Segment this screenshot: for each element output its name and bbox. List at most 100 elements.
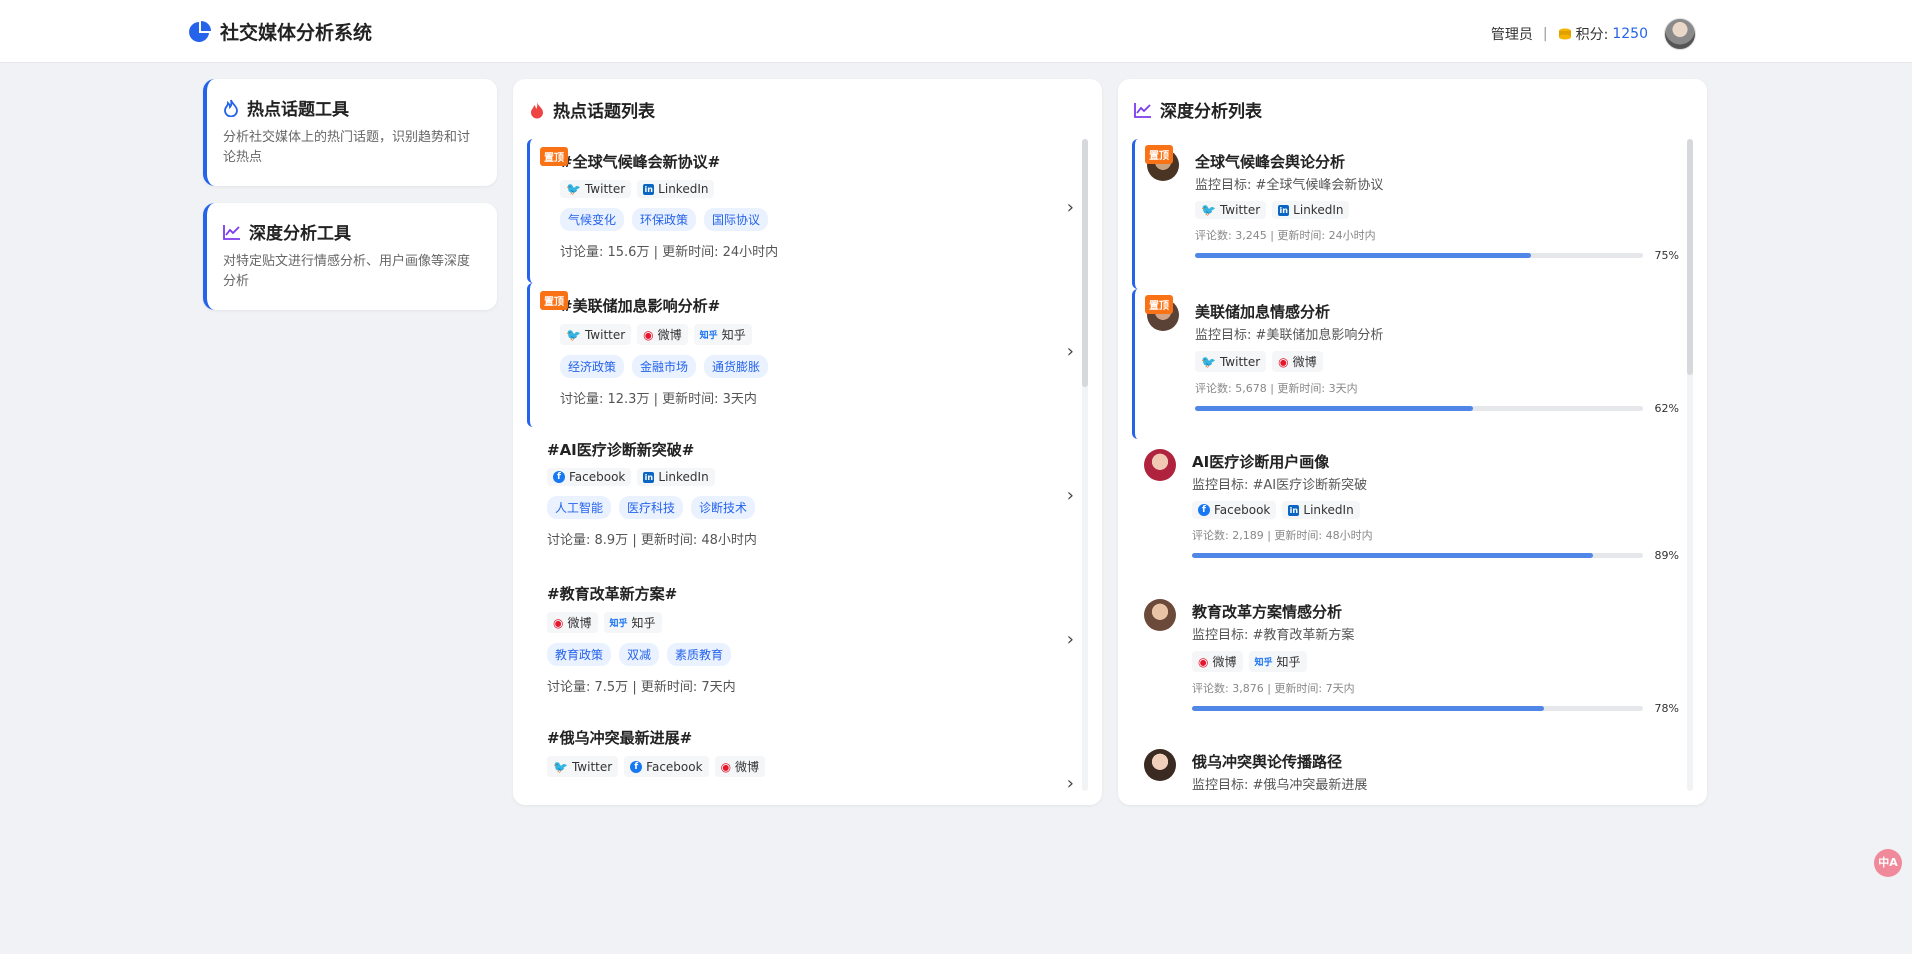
tag[interactable]: 医疗科技 <box>619 496 684 519</box>
panel-header: 热点话题列表 <box>529 97 655 122</box>
tag[interactable]: 经济政策 <box>560 355 625 378</box>
analysis-meta: 评论数: 3,245 | 更新时间: 24小时内 <box>1195 229 1376 242</box>
chevron-right-icon[interactable]: › <box>1067 197 1074 218</box>
tag[interactable]: 素质教育 <box>667 643 732 666</box>
topic-meta: 讨论量: 15.6万 | 更新时间: 24小时内 <box>560 245 779 260</box>
topic-title: #AI医疗诊断新突破# <box>547 441 695 459</box>
progress-bar <box>1195 406 1643 411</box>
platform-label: 微博 <box>735 760 760 774</box>
analysis-list[interactable]: 置顶 全球气候峰会舆论分析 监控目标: #全球气候峰会新协议 🐦 Twitter … <box>1132 139 1693 791</box>
brand[interactable]: 社交媒体分析系统 <box>188 18 372 45</box>
topic-title: #美联储加息影响分析# <box>560 297 721 315</box>
hot-topics-panel: 热点话题列表 置顶 #全球气候峰会新协议# 🐦 Twitter in LinkedI… <box>513 79 1102 805</box>
platform-label: 微博 <box>657 328 682 342</box>
weibo-icon: ◉ <box>643 327 654 342</box>
scrollbar-thumb[interactable] <box>1082 139 1088 387</box>
top-header: 社交媒体分析系统 管理员 | 积分: 1250 <box>0 0 1912 63</box>
progress-bar <box>1192 553 1643 558</box>
progress-bar <box>1195 253 1643 258</box>
tool-card-title: 热点话题工具 <box>247 100 349 120</box>
analysis-target: 监控目标: #教育改革新方案 <box>1192 628 1355 643</box>
topic-meta: 讨论量: 8.9万 | 更新时间: 48小时内 <box>547 533 757 548</box>
topic-item[interactable]: 置顶 #全球气候峰会新协议# 🐦 Twitter in LinkedIn 气候变化 … <box>527 139 1074 283</box>
topic-item[interactable]: #俄乌冲突最新进展# 🐦 Twitter f Facebook ◉ 微博 › <box>527 715 1074 791</box>
progress-row: 62% <box>1195 402 1679 415</box>
pin-badge: 置顶 <box>1145 295 1173 314</box>
chevron-right-icon[interactable]: › <box>1067 341 1074 362</box>
tag[interactable]: 诊断技术 <box>691 496 756 519</box>
progress-bar <box>1192 706 1643 711</box>
platform-list: ◉ 微博 知乎 知乎 <box>1192 651 1679 672</box>
tag[interactable]: 国际协议 <box>704 208 769 231</box>
topic-item[interactable]: #教育改革新方案# ◉ 微博 知乎 知乎 教育政策 双减 素质教育 讨论量: 7.5… <box>527 571 1074 715</box>
tool-card-desc: 分析社交媒体上的热门话题，识别趋势和讨论热点 <box>223 130 471 165</box>
analysis-title: AI医疗诊断用户画像 <box>1192 453 1330 471</box>
panel-title: 热点话题列表 <box>553 102 655 122</box>
platform-linkedin: in LinkedIn <box>637 468 715 486</box>
progress-percent: 78% <box>1654 702 1679 715</box>
tag[interactable]: 环保政策 <box>632 208 697 231</box>
chevron-right-icon[interactable]: › <box>1067 629 1074 650</box>
topic-title: #教育改革新方案# <box>547 585 678 603</box>
platform-weibo: ◉ 微博 <box>714 756 766 777</box>
platform-label: Twitter <box>584 182 626 196</box>
analysis-item[interactable]: 置顶 美联储加息情感分析 监控目标: #美联储加息影响分析 🐦 Twitter ◉… <box>1132 289 1679 439</box>
facebook-icon: f <box>553 471 565 483</box>
user-avatar[interactable] <box>1664 18 1696 50</box>
platform-label: LinkedIn <box>658 470 709 484</box>
platform-weibo: ◉ 微博 <box>1192 651 1243 672</box>
analysis-meta: 评论数: 2,189 | 更新时间: 48小时内 <box>1192 529 1373 542</box>
linkedin-icon: in <box>643 183 655 195</box>
tag[interactable]: 通货膨胀 <box>704 355 769 378</box>
analysis-title: 教育改革方案情感分析 <box>1192 603 1343 621</box>
platform-label: LinkedIn <box>1303 503 1354 517</box>
tag[interactable]: 气候变化 <box>560 208 625 231</box>
platform-label: 知乎 <box>1276 655 1301 669</box>
tool-card-hot-topics[interactable]: 热点话题工具 分析社交媒体上的热门话题，识别趋势和讨论热点 <box>203 79 497 186</box>
tool-card-title-row: 热点话题工具 <box>223 95 481 120</box>
topic-item[interactable]: 置顶 #美联储加息影响分析# 🐦 Twitter ◉ 微博 知乎 知乎 经济政策 金融… <box>527 283 1074 427</box>
analysis-item[interactable]: 置顶 全球气候峰会舆论分析 监控目标: #全球气候峰会新协议 🐦 Twitter … <box>1132 139 1679 289</box>
tag[interactable]: 双减 <box>619 643 660 666</box>
tool-card-title: 深度分析工具 <box>249 224 351 244</box>
analysis-item[interactable]: 教育改革方案情感分析 监控目标: #教育改革新方案 ◉ 微博 知乎 知乎 评论数: … <box>1132 589 1679 739</box>
analysis-item[interactable]: AI医疗诊断用户画像 监控目标: #AI医疗诊断新突破 f Facebook in… <box>1132 439 1679 589</box>
analysis-item[interactable]: 俄乌冲突舆论传播路径 监控目标: #俄乌冲突最新进展 <box>1132 739 1679 791</box>
zhihu-icon: 知乎 <box>699 331 718 341</box>
topic-list[interactable]: 置顶 #全球气候峰会新协议# 🐦 Twitter in LinkedIn 气候变化 … <box>527 139 1088 791</box>
coins-icon <box>1558 28 1571 40</box>
line-chart-icon <box>223 224 240 240</box>
platform-zhihu: 知乎 知乎 <box>1248 651 1307 672</box>
platform-list: 🐦 Twitter f Facebook ◉ 微博 <box>547 756 1074 777</box>
progress-percent: 75% <box>1654 249 1679 262</box>
fire-icon <box>224 99 238 117</box>
scrollbar[interactable] <box>1082 139 1088 791</box>
tag[interactable]: 金融市场 <box>632 355 697 378</box>
progress-fill <box>1192 706 1544 711</box>
tag[interactable]: 人工智能 <box>547 496 612 519</box>
chevron-right-icon[interactable]: › <box>1067 773 1074 791</box>
tag-list: 教育政策 双减 素质教育 <box>547 643 1074 666</box>
platform-twitter: 🐦 Twitter <box>1195 201 1267 219</box>
progress-row: 78% <box>1192 702 1679 715</box>
platform-zhihu: 知乎 知乎 <box>603 612 662 633</box>
analysis-target: 监控目标: #俄乌冲突最新进展 <box>1192 778 1368 791</box>
weibo-icon: ◉ <box>553 615 564 630</box>
tag[interactable]: 教育政策 <box>547 643 612 666</box>
tool-card-desc: 对特定贴文进行情感分析、用户画像等深度分析 <box>223 254 471 289</box>
platform-list: 🐦 Twitter in LinkedIn <box>1195 201 1679 219</box>
user-role[interactable]: 管理员 <box>1491 24 1533 44</box>
analysis-meta: 评论数: 3,876 | 更新时间: 7天内 <box>1192 682 1355 695</box>
translate-button[interactable]: 中A <box>1874 849 1902 877</box>
chevron-right-icon[interactable]: › <box>1067 485 1074 506</box>
topic-item[interactable]: #AI医疗诊断新突破# f Facebook in LinkedIn 人工智能 医疗… <box>527 427 1074 571</box>
line-chart-icon <box>1134 102 1151 118</box>
scrollbar[interactable] <box>1687 139 1693 791</box>
tool-card-deep-analysis[interactable]: 深度分析工具 对特定贴文进行情感分析、用户画像等深度分析 <box>203 203 497 310</box>
platform-label: Facebook <box>569 470 626 484</box>
tool-card-title-row: 深度分析工具 <box>223 219 481 244</box>
platform-facebook: f Facebook <box>547 468 632 486</box>
platform-label: Twitter <box>584 327 626 342</box>
platform-weibo: ◉ 微博 <box>547 612 598 633</box>
scrollbar-thumb[interactable] <box>1687 139 1693 375</box>
